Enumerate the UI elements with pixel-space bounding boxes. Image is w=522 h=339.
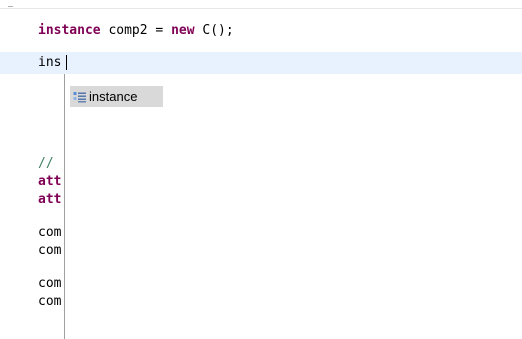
code-editor[interactable]: instance comp2 = new C(); ins // att att… <box>0 0 522 339</box>
type-proposal-icon <box>73 91 87 103</box>
code-line-1[interactable]: instance comp2 = new C(); <box>38 22 234 40</box>
content-assist-popup[interactable]: instance <box>64 74 522 339</box>
code-line-2[interactable]: ins <box>38 54 61 72</box>
text-caret <box>66 55 67 70</box>
editor-top-tick <box>8 6 13 7</box>
autocomplete-item-instance[interactable]: instance <box>70 86 163 107</box>
editor-top-border <box>0 8 522 9</box>
type-keyword: instance <box>38 23 101 38</box>
constructor-call: C(); <box>194 23 234 38</box>
autocomplete-item-label: instance <box>89 89 138 104</box>
code-line-partial[interactable]: att <box>38 191 64 209</box>
code-line-partial[interactable]: com <box>38 275 64 293</box>
new-keyword: new <box>171 23 195 38</box>
code-line-partial[interactable]: // <box>38 155 64 173</box>
code-line-partial[interactable]: com <box>38 293 64 311</box>
code-line-partial[interactable]: att <box>38 173 64 191</box>
code-line-partial[interactable]: com <box>38 242 64 260</box>
current-line-highlight <box>0 52 522 74</box>
code-line-partial[interactable]: com <box>38 224 64 242</box>
variable-assignment: comp2 = <box>100 23 172 38</box>
